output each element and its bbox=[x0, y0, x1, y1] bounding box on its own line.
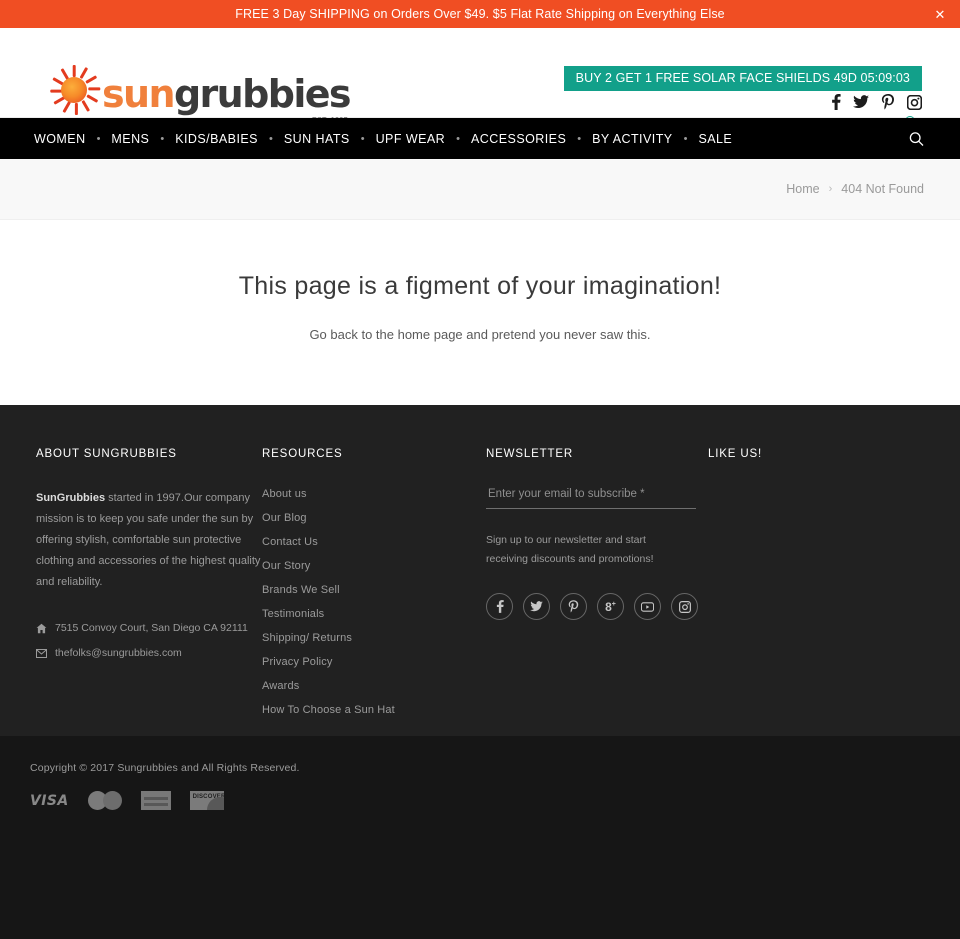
resource-link-our-story[interactable]: Our Story bbox=[262, 560, 486, 572]
promo-banner[interactable]: BUY 2 GET 1 FREE SOLAR FACE SHIELDS 49D … bbox=[563, 66, 922, 91]
nav-item-upf-wear[interactable]: UPF WEAR bbox=[376, 132, 446, 146]
resource-link-contact-us[interactable]: Contact Us bbox=[262, 536, 486, 548]
nav-items: WOMEN • MENS • KIDS/BABIES • SUN HATS • … bbox=[34, 132, 732, 146]
envelope-icon bbox=[36, 648, 47, 659]
resource-link-testimonials[interactable]: Testimonials bbox=[262, 608, 486, 620]
facebook-icon[interactable] bbox=[831, 94, 841, 115]
nav-separator: • bbox=[456, 132, 460, 145]
resource-link-privacy-policy[interactable]: Privacy Policy bbox=[262, 656, 486, 668]
main-content: This page is a figment of your imaginati… bbox=[0, 220, 960, 405]
instagram-icon[interactable] bbox=[671, 593, 698, 620]
about-brand: SunGrubbies bbox=[36, 492, 106, 504]
footer-newsletter-column: NEWSLETTER Sign up to our newsletter and… bbox=[486, 448, 708, 728]
sun-icon bbox=[48, 64, 101, 116]
breadcrumb-current: 404 Not Found bbox=[841, 182, 924, 196]
nav-item-by-activity[interactable]: BY ACTIVITY bbox=[592, 132, 672, 146]
logo-wordmark: sungrubbies EST. 1997 bbox=[102, 72, 352, 124]
logo-text-sun: sun bbox=[102, 72, 176, 116]
nav-separator: • bbox=[360, 132, 365, 145]
address-row: 7515 Convoy Court, San Diego CA 92111 bbox=[36, 622, 262, 634]
breadcrumb: Home › 404 Not Found bbox=[0, 159, 960, 220]
nav-item-sale[interactable]: SALE bbox=[698, 132, 732, 146]
site-header: sungrubbies EST. 1997 BUY 2 GET 1 FREE S… bbox=[0, 28, 960, 142]
newsletter-email-input[interactable] bbox=[486, 484, 696, 509]
pinterest-icon[interactable] bbox=[560, 593, 587, 620]
main-navigation: WOMEN • MENS • KIDS/BABIES • SUN HATS • … bbox=[0, 118, 960, 159]
payment-methods: VISA DISCOVER bbox=[30, 791, 930, 810]
resource-link-shipping-returns[interactable]: Shipping/ Returns bbox=[262, 632, 486, 644]
about-body: started in 1997.Our company mission is t… bbox=[36, 492, 261, 588]
nav-separator: • bbox=[96, 132, 101, 145]
visa-icon: VISA bbox=[30, 792, 69, 809]
newsletter-description: Sign up to our newsletter and start rece… bbox=[486, 534, 654, 565]
resource-link-brands-we-sell[interactable]: Brands We Sell bbox=[262, 584, 486, 596]
resource-link-about-us[interactable]: About us bbox=[262, 488, 486, 500]
pinterest-icon[interactable] bbox=[881, 94, 895, 115]
search-icon[interactable] bbox=[909, 131, 924, 146]
newsletter-heading: NEWSLETTER bbox=[486, 448, 574, 460]
amex-icon bbox=[140, 791, 171, 810]
resource-link-how-to-choose-a-sun-hat[interactable]: How To Choose a Sun Hat bbox=[262, 704, 486, 716]
nav-separator: • bbox=[577, 132, 582, 145]
copyright-bar: Copyright © 2017 Sungrubbies and All Rig… bbox=[0, 736, 960, 884]
instagram-icon[interactable] bbox=[906, 94, 923, 115]
footer-like-us-column: LIKE US! bbox=[708, 448, 924, 728]
nav-item-sun-hats[interactable]: SUN HATS bbox=[284, 132, 350, 146]
page-title: This page is a figment of your imaginati… bbox=[238, 272, 722, 300]
facebook-icon[interactable] bbox=[486, 593, 513, 620]
youtube-icon[interactable] bbox=[634, 593, 661, 620]
address-text: 7515 Convoy Court, San Diego CA 92111 bbox=[55, 622, 248, 634]
footer-tail bbox=[0, 884, 960, 939]
logo-text-grubbies: grubbies bbox=[173, 72, 352, 116]
home-icon bbox=[36, 623, 47, 634]
nav-item-kids-babies[interactable]: KIDS/BABIES bbox=[175, 132, 258, 146]
announcement-bar: FREE 3 Day SHIPPING on Orders Over $49. … bbox=[0, 0, 960, 28]
promo-label: BUY 2 GET 1 FREE SOLAR FACE SHIELDS 49D … bbox=[575, 71, 910, 85]
announcement-text: FREE 3 Day SHIPPING on Orders Over $49. … bbox=[235, 7, 725, 21]
nav-separator: • bbox=[160, 132, 165, 145]
google-plus-icon[interactable]: 8+ bbox=[597, 593, 624, 620]
email-row[interactable]: thefolks@sungrubbies.com bbox=[36, 647, 262, 659]
discover-icon: DISCOVER bbox=[189, 791, 224, 810]
copyright-text: Copyright © 2017 Sungrubbies and All Rig… bbox=[30, 762, 300, 774]
breadcrumb-home[interactable]: Home bbox=[786, 182, 819, 196]
nav-separator: • bbox=[268, 132, 273, 145]
site-logo[interactable]: sungrubbies EST. 1997 bbox=[48, 64, 352, 124]
footer-social-links: 8+ bbox=[486, 593, 708, 620]
close-icon[interactable]: ✕ bbox=[932, 6, 948, 22]
header-social-links bbox=[831, 94, 923, 115]
footer-about-column: ABOUT SUNGRUBBIES SunGrubbies started in… bbox=[36, 448, 262, 728]
twitter-icon[interactable] bbox=[853, 95, 869, 114]
chevron-right-icon: › bbox=[828, 183, 833, 195]
resources-heading: RESOURCES bbox=[262, 448, 343, 460]
nav-item-accessories[interactable]: ACCESSORIES bbox=[471, 132, 566, 146]
footer-resources-column: RESOURCES About us Our Blog Contact Us O… bbox=[262, 448, 486, 728]
twitter-icon[interactable] bbox=[523, 593, 550, 620]
mastercard-icon bbox=[87, 791, 122, 810]
email-text: thefolks@sungrubbies.com bbox=[55, 647, 182, 659]
resource-link-our-blog[interactable]: Our Blog bbox=[262, 512, 486, 524]
page-subtitle: Go back to the home page and pretend you… bbox=[309, 327, 651, 342]
resource-link-awards[interactable]: Awards bbox=[262, 680, 486, 692]
nav-item-women[interactable]: WOMEN bbox=[34, 132, 86, 146]
like-us-heading: LIKE US! bbox=[708, 448, 763, 460]
site-footer: ABOUT SUNGRUBBIES SunGrubbies started in… bbox=[0, 405, 960, 736]
nav-item-mens[interactable]: MENS bbox=[111, 132, 149, 146]
nav-separator: • bbox=[683, 132, 688, 145]
about-text: SunGrubbies started in 1997.Our company … bbox=[36, 488, 262, 593]
about-heading: ABOUT SUNGRUBBIES bbox=[36, 448, 177, 460]
